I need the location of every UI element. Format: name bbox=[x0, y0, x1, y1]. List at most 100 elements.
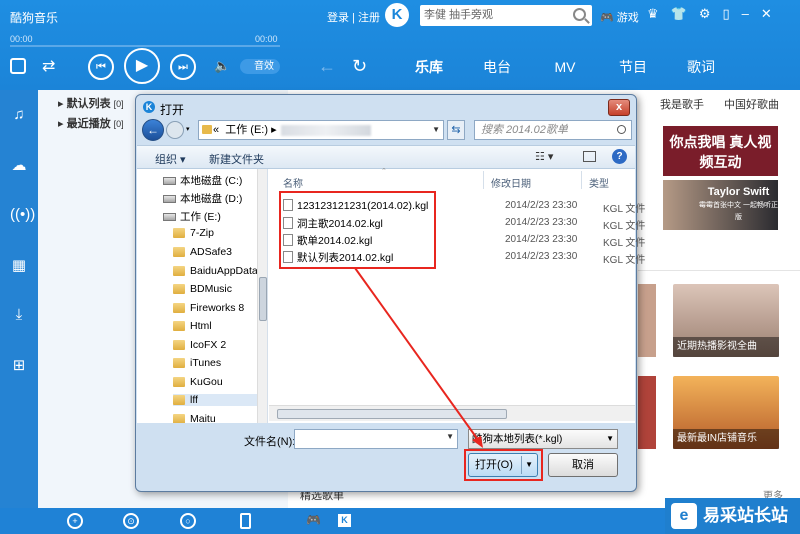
time-elapsed: 00:00 bbox=[10, 34, 33, 44]
dialog-body: 本地磁盘 (C:) 本地磁盘 (D:) 工作 (E:) 7-Zip ADSafe… bbox=[137, 168, 645, 423]
crown-icon[interactable]: ♛ bbox=[647, 6, 659, 22]
tree-item[interactable]: BDMusic bbox=[173, 283, 232, 295]
link-i-am-singer[interactable]: 我是歌手 bbox=[660, 96, 704, 112]
radio-signal-icon[interactable]: ((•)) bbox=[10, 206, 35, 224]
folder-search-input[interactable]: 搜索 2014.02歌单 bbox=[474, 120, 632, 140]
top-icons: ♛ 👕 ⚙ ▯ – ✕ bbox=[647, 6, 772, 22]
tab-programs[interactable]: 节目 bbox=[599, 56, 667, 78]
chevron-down-icon[interactable]: ▼ bbox=[525, 454, 533, 476]
cloud-icon[interactable]: ☁ bbox=[10, 156, 28, 174]
column-type[interactable]: 类型 bbox=[589, 175, 609, 190]
thumb-partial[interactable] bbox=[638, 376, 656, 449]
tree-item[interactable]: Fireworks 8 bbox=[173, 302, 244, 314]
column-modified[interactable]: 修改日期 bbox=[491, 175, 531, 190]
skin-icon[interactable]: 👕 bbox=[671, 6, 687, 22]
add-icon[interactable]: + bbox=[67, 513, 83, 529]
tree-item[interactable]: KuGou bbox=[173, 376, 223, 388]
search-icon[interactable] bbox=[573, 8, 586, 21]
tree-item[interactable]: 7-Zip bbox=[173, 227, 214, 239]
tab-library[interactable]: 乐库 bbox=[395, 56, 463, 78]
chevron-down-icon[interactable]: ▼ bbox=[432, 121, 440, 139]
file-row[interactable]: 默认列表2014.02.kgl 2014/2/23 23:30 KGL 文件 bbox=[283, 250, 649, 266]
file-row[interactable]: 123123121231(2014.02).kgl 2014/2/23 23:3… bbox=[283, 199, 649, 215]
login-register-link[interactable]: 登录 | 注册 bbox=[327, 9, 380, 25]
tree-item-selected[interactable]: lff bbox=[173, 394, 257, 406]
kugou-small-icon[interactable]: K bbox=[338, 514, 351, 527]
address-segment[interactable]: 工作 (E:) bbox=[225, 124, 268, 136]
sound-effect-toggle[interactable]: 音效 bbox=[240, 59, 280, 74]
repeat-icon[interactable]: ⇄ bbox=[42, 56, 55, 76]
back-button[interactable]: ← bbox=[142, 119, 164, 141]
recent-dropdown-icon[interactable]: ▾ bbox=[186, 125, 190, 133]
organize-button[interactable]: 组织 ▾ bbox=[155, 151, 186, 167]
play-button[interactable]: ▶ bbox=[124, 48, 160, 84]
previous-button[interactable]: ⏮ bbox=[88, 54, 114, 80]
open-button[interactable]: 打开(O) ▼ bbox=[468, 453, 538, 477]
banner-video-karaoke[interactable]: 你点我唱 真人视频互动 bbox=[663, 126, 778, 176]
thumb-film-songs[interactable]: 近期热播影视全曲 bbox=[673, 284, 779, 357]
new-folder-button[interactable]: 新建文件夹 bbox=[209, 151, 264, 167]
tree-item[interactable]: iTunes bbox=[173, 357, 221, 369]
search-icon[interactable]: ○ bbox=[180, 513, 196, 529]
tree-item[interactable]: Maitu bbox=[173, 413, 216, 423]
tree-item[interactable]: 本地磁盘 (D:) bbox=[163, 191, 242, 206]
dialog-close-button[interactable]: x bbox=[608, 99, 630, 116]
help-icon[interactable]: ? bbox=[612, 149, 627, 164]
filetype-select[interactable]: 酷狗本地列表(*.kgl) ▼ bbox=[468, 429, 618, 449]
filename-input[interactable]: ▼ bbox=[294, 429, 458, 449]
tab-lyrics[interactable]: 歌词 bbox=[667, 56, 735, 78]
banner-taylor-swift[interactable]: Taylor Swift 霉霉首张中文 一起畅听正版 bbox=[663, 180, 778, 230]
settings-icon[interactable]: ⚙ bbox=[699, 6, 711, 22]
tab-radio[interactable]: 电台 bbox=[463, 56, 531, 78]
tree-item-label: Fireworks 8 bbox=[190, 302, 245, 314]
file-row[interactable]: 洞主歌2014.02.kgl 2014/2/23 23:30 KGL 文件 bbox=[283, 216, 649, 232]
calendar-icon[interactable]: ▦ bbox=[10, 256, 28, 274]
tree-item[interactable]: BaiduAppData bbox=[173, 265, 258, 277]
cancel-button[interactable]: 取消 bbox=[548, 453, 618, 477]
mobile-icon[interactable]: ▯ bbox=[723, 6, 730, 22]
locate-icon[interactable]: ⊙ bbox=[123, 513, 139, 529]
progress-bar[interactable] bbox=[10, 45, 280, 47]
kugou-logo-icon[interactable]: K bbox=[385, 3, 409, 27]
folder-icon bbox=[202, 125, 212, 134]
refresh-button[interactable]: ⇆ bbox=[447, 120, 465, 140]
game-label: 游戏 bbox=[616, 12, 639, 24]
column-name[interactable]: 名称 bbox=[283, 175, 303, 190]
chevron-down-icon[interactable]: ▼ bbox=[446, 432, 454, 441]
tree-item[interactable]: ADSafe3 bbox=[173, 246, 232, 258]
mobile-device-icon[interactable] bbox=[240, 513, 251, 529]
chevron-down-icon[interactable]: ▼ bbox=[606, 430, 614, 448]
apps-grid-icon[interactable]: ⊞ bbox=[10, 356, 28, 374]
file-date: 2014/2/23 23:30 bbox=[505, 200, 578, 211]
back-arrow-icon[interactable]: ← bbox=[318, 56, 336, 77]
game-controller-icon[interactable]: 🎮 bbox=[306, 513, 321, 527]
preview-pane-icon[interactable] bbox=[583, 151, 596, 162]
next-button[interactable]: ⏭ bbox=[170, 54, 196, 80]
file-row[interactable]: 歌单2014.02.kgl 2014/2/23 23:30 KGL 文件 bbox=[283, 233, 649, 249]
tree-item[interactable]: IcoFX 2 bbox=[173, 339, 226, 351]
link-good-song[interactable]: 中国好歌曲 bbox=[724, 96, 779, 112]
address-bar[interactable]: « 工作 (E:) ▸ ▼ bbox=[198, 120, 444, 140]
thumb-shop-music[interactable]: 最新最IN店铺音乐 bbox=[673, 376, 779, 449]
search-input[interactable]: 李健 抽手旁观 bbox=[420, 5, 592, 26]
tab-mv[interactable]: MV bbox=[531, 56, 599, 78]
music-note-icon[interactable]: ♫ bbox=[10, 106, 28, 124]
playlist-mode-icon[interactable] bbox=[10, 58, 26, 74]
scroll-thumb[interactable] bbox=[259, 277, 267, 321]
download-icon[interactable]: ⤓ bbox=[10, 306, 28, 324]
horizontal-scrollbar[interactable] bbox=[269, 405, 635, 421]
thumb-partial[interactable] bbox=[638, 284, 656, 357]
refresh-icon[interactable]: ↻ bbox=[352, 56, 367, 77]
close-icon[interactable]: ✕ bbox=[761, 6, 772, 22]
filetype-value: 酷狗本地列表(*.kgl) bbox=[472, 433, 563, 445]
tree-item[interactable]: 工作 (E:) bbox=[163, 209, 221, 224]
tree-item[interactable]: 本地磁盘 (C:) bbox=[163, 173, 242, 188]
view-options-icon[interactable]: ☷ ▾ bbox=[535, 150, 553, 163]
scroll-thumb[interactable] bbox=[277, 409, 507, 419]
minimize-icon[interactable]: – bbox=[742, 6, 749, 22]
tree-item[interactable]: Html bbox=[173, 320, 212, 332]
forward-button[interactable] bbox=[166, 121, 184, 139]
volume-icon[interactable]: 🔈 bbox=[214, 58, 230, 74]
game-link[interactable]: 🎮 游戏 bbox=[600, 9, 639, 25]
tree-scrollbar[interactable] bbox=[257, 169, 267, 423]
